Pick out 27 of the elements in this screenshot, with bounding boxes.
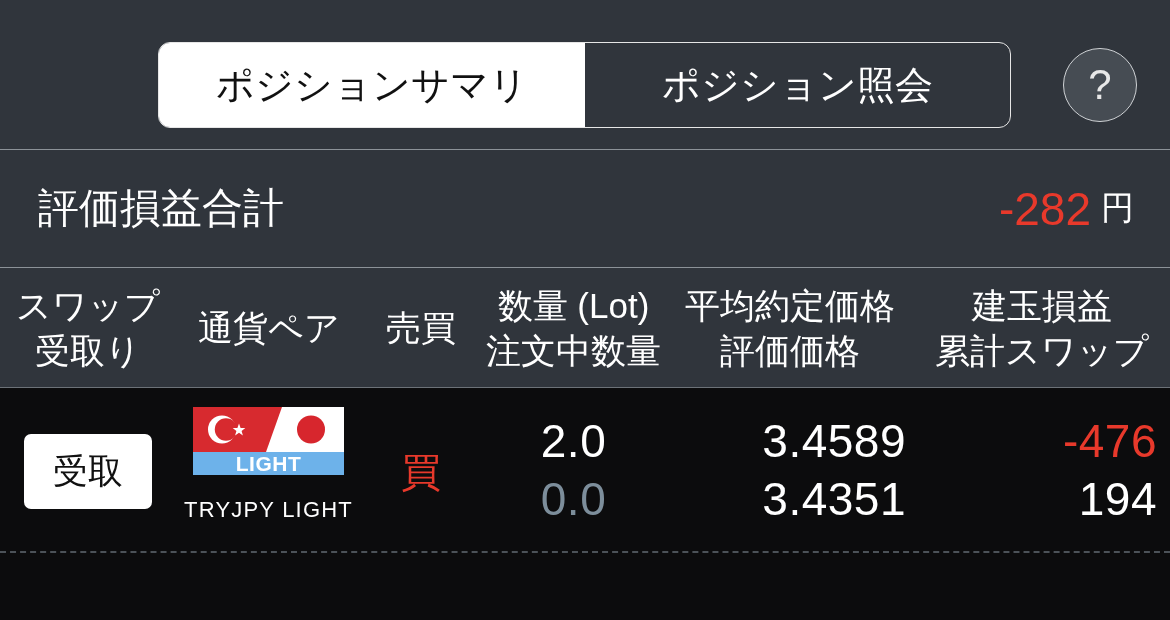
tab[interactable]: ポジション照会	[584, 43, 1010, 127]
column-header: 平均約定価格	[685, 284, 895, 327]
column-header: 受取り	[34, 329, 141, 372]
trade-side: 買	[401, 449, 441, 496]
currency-unit: 円	[1101, 188, 1134, 228]
help-button[interactable]: ?	[1063, 48, 1137, 122]
flags-icon	[193, 406, 344, 452]
table-value: 3.4351	[762, 471, 906, 527]
column-header: 売買	[386, 307, 456, 349]
tab[interactable]: ポジションサマリ	[159, 43, 585, 127]
column-header: 建玉損益	[971, 284, 1112, 327]
summary-label: 評価損益合計	[38, 184, 284, 233]
table-value: -476	[1062, 413, 1157, 469]
badge-label: LIGHT	[193, 451, 344, 475]
column-header: 累計スワップ	[934, 329, 1149, 372]
column-header: 通貨ペア	[197, 307, 340, 349]
table-value: 2.0	[540, 413, 607, 469]
table-value: 3.4589	[762, 413, 906, 469]
pair-name: TRYJPY LIGHT	[184, 496, 353, 523]
column-header: 数量 (Lot)	[497, 284, 650, 327]
column-header: 注文中数量	[486, 329, 661, 372]
receive-button[interactable]: 受取	[23, 433, 152, 509]
table-value: 0.0	[540, 471, 607, 527]
column-header: 評価価格	[720, 329, 860, 372]
table-value: 194	[1078, 471, 1157, 527]
summary-value: -282	[998, 181, 1091, 236]
column-header: スワップ	[15, 284, 160, 327]
